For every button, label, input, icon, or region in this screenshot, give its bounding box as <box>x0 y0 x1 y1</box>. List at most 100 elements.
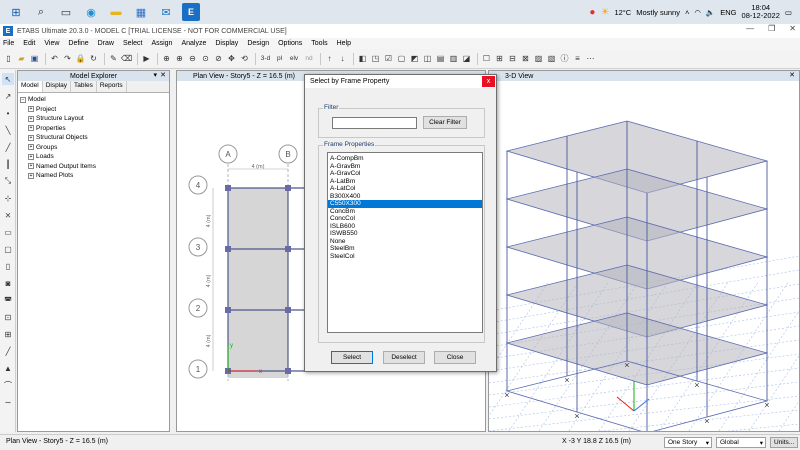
close-icon[interactable]: ✕ <box>789 24 796 33</box>
refresh-icon[interactable]: ↻ <box>88 53 99 64</box>
list-item[interactable]: A-LatCol <box>328 185 482 193</box>
filter-input[interactable] <box>332 117 417 129</box>
close-view-icon[interactable]: ✕ <box>789 71 795 79</box>
expand-icon[interactable]: + <box>28 115 34 122</box>
menu-assign[interactable]: Assign <box>151 40 172 47</box>
tree-item[interactable]: + Loads <box>20 152 169 162</box>
tree-item[interactable]: + Structure Layout <box>20 114 169 124</box>
draw-wall-icon[interactable]: ▯ <box>2 260 14 272</box>
menu-analyze[interactable]: Analyze <box>181 40 206 47</box>
info-icon[interactable]: ⓘ <box>559 53 570 64</box>
menu-define[interactable]: Define <box>68 40 88 47</box>
units-button[interactable]: Units... <box>770 437 798 448</box>
frame-properties-list[interactable]: A-CompBm A-GravBm A-GravCol A-LatBm A-La… <box>327 152 483 333</box>
list-item[interactable]: A-LatBm <box>328 178 482 186</box>
draw-section-cut-icon[interactable]: ╱ <box>2 345 14 357</box>
tree-item[interactable]: + Groups <box>20 143 169 153</box>
tree-item[interactable]: + Named Plots <box>20 171 169 181</box>
view-3d-canvas[interactable]: ⨯⨯⨯⨯⨯⨯⨯⨯ <box>489 81 799 431</box>
menu-select[interactable]: Select <box>123 40 142 47</box>
store-icon[interactable]: ▦ <box>132 3 150 21</box>
expand-icon[interactable]: + <box>28 144 34 151</box>
list-item-selected[interactable]: C550X300 <box>328 200 482 208</box>
draw-dimension-icon[interactable]: ⊞ <box>2 328 14 340</box>
move-up-icon[interactable]: ↑ <box>324 53 335 64</box>
draw-reference-icon[interactable]: ⌒ <box>2 379 14 391</box>
menu-file[interactable]: File <box>3 40 14 47</box>
expand-icon[interactable]: + <box>28 134 34 141</box>
draw-area-icon[interactable]: ▭ <box>2 226 14 238</box>
menu-display[interactable]: Display <box>215 40 238 47</box>
redo-icon[interactable]: ↷ <box>62 53 73 64</box>
eraser-icon[interactable]: ⌫ <box>121 53 132 64</box>
reshape-icon[interactable]: ↗ <box>2 90 14 102</box>
menu-edit[interactable]: Edit <box>23 40 35 47</box>
save-icon[interactable]: ▣ <box>29 53 40 64</box>
list-item[interactable]: A-CompBm <box>328 155 482 163</box>
draw-opening-icon[interactable]: ◙ <box>2 277 14 289</box>
task-view-icon[interactable]: ▭ <box>57 3 75 21</box>
draw-tendon-icon[interactable]: ⊡ <box>2 311 14 323</box>
view-elevation-button[interactable]: elv <box>287 53 301 64</box>
draw-column-icon[interactable]: ┃ <box>2 158 14 170</box>
run-icon[interactable]: ▶ <box>141 53 152 64</box>
weather-text[interactable]: Mostly sunny <box>636 8 680 17</box>
draw-wall-stack-icon[interactable]: ▲ <box>2 362 14 374</box>
tab-model[interactable]: Model <box>18 81 43 92</box>
list-item[interactable]: SteelCol <box>328 253 482 261</box>
draw-link-icon[interactable]: ⨯ <box>2 209 14 221</box>
pencil-icon[interactable]: ✎ <box>108 53 119 64</box>
list-item[interactable]: ConcBm <box>328 208 482 216</box>
view-3d-button[interactable]: 3-d <box>259 53 272 64</box>
clear-filter-button[interactable]: Clear Filter <box>423 116 467 129</box>
support-icon[interactable]: ⊠ <box>520 53 531 64</box>
collapse-icon[interactable]: − <box>20 96 26 103</box>
etabs-icon[interactable]: E <box>182 3 200 21</box>
tree-item[interactable]: + Properties <box>20 124 169 134</box>
undo-icon[interactable]: ↶ <box>49 53 60 64</box>
windows-icon[interactable]: ⊞ <box>7 3 25 21</box>
check-icon[interactable]: ☐ <box>481 53 492 64</box>
tab-reports[interactable]: Reports <box>97 81 127 92</box>
load-icon[interactable]: ▨ <box>533 53 544 64</box>
draw-spring-icon[interactable]: ∼ <box>2 396 14 408</box>
list-item[interactable]: None <box>328 238 482 246</box>
rotate-icon[interactable]: ⟲ <box>239 53 250 64</box>
object-shrink-icon[interactable]: ◳ <box>370 53 381 64</box>
minimize-icon[interactable]: — <box>746 24 754 33</box>
tree-item-model[interactable]: − Model <box>20 95 169 105</box>
draw-joint-icon[interactable]: • <box>2 107 14 119</box>
view-nd-button[interactable]: nd <box>303 53 315 64</box>
restore-icon[interactable]: ❐ <box>768 24 775 33</box>
list-item[interactable]: B300X400 <box>328 193 482 201</box>
file-explorer-icon[interactable]: ▬ <box>107 3 125 21</box>
draw-beam-icon[interactable]: ╱ <box>2 141 14 153</box>
menu-design[interactable]: Design <box>247 40 269 47</box>
draw-frame-icon[interactable]: ╲ <box>2 124 14 136</box>
language-indicator[interactable]: ENG <box>720 8 736 17</box>
network-icon[interactable]: ◠ <box>694 8 701 17</box>
list-item[interactable]: A-GravBm <box>328 163 482 171</box>
zoom-previous-icon[interactable]: ⊘ <box>213 53 224 64</box>
show-tables-icon[interactable]: ▤ <box>435 53 446 64</box>
report-icon[interactable]: ▧ <box>546 53 557 64</box>
move-down-icon[interactable]: ↓ <box>337 53 348 64</box>
tree-item[interactable]: + Structural Objects <box>20 133 169 143</box>
show-deformed-icon[interactable]: ◩ <box>409 53 420 64</box>
shadow-icon[interactable]: ◧ <box>357 53 368 64</box>
tab-tables[interactable]: Tables <box>71 81 97 92</box>
lock-icon[interactable]: 🔒 <box>75 53 86 64</box>
tree-item[interactable]: + Project <box>20 105 169 115</box>
properties-icon[interactable]: ▥ <box>448 53 459 64</box>
new-model-icon[interactable]: ▯ <box>3 53 14 64</box>
tree-item[interactable]: + Named Output Items <box>20 162 169 172</box>
design-icon[interactable]: ◪ <box>461 53 472 64</box>
clock[interactable]: 18:04 08-12-2022 <box>742 4 780 20</box>
zoom-in-icon[interactable]: ⊕ <box>174 53 185 64</box>
list-item[interactable]: ISWB550 <box>328 230 482 238</box>
list-item[interactable]: ISLB600 <box>328 223 482 231</box>
section-icon[interactable]: ⊟ <box>507 53 518 64</box>
weather-temp[interactable]: 12°C <box>614 8 631 17</box>
pan-icon[interactable]: ✥ <box>226 53 237 64</box>
list-item[interactable]: A-GravCol <box>328 170 482 178</box>
